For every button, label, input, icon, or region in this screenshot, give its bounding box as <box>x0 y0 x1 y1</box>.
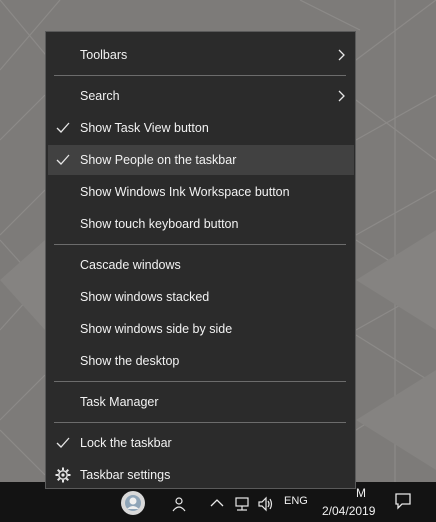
volume-icon[interactable] <box>257 496 275 512</box>
menu-item-label: Show People on the taskbar <box>80 153 237 167</box>
menu-item-label: Task Manager <box>80 395 159 409</box>
menu-item-show-people[interactable]: Show People on the taskbar <box>48 145 354 175</box>
action-center-icon[interactable] <box>394 492 412 510</box>
clock-date[interactable]: 2/04/2019 <box>322 504 375 518</box>
menu-item-windows-side-by-side[interactable]: Show windows side by side <box>48 314 354 344</box>
menu-separator <box>54 381 346 382</box>
menu-separator <box>54 75 346 76</box>
menu-item-label: Show windows side by side <box>80 322 233 336</box>
menu-item-label: Search <box>80 89 120 103</box>
chevron-right-icon <box>338 49 345 61</box>
menu-item-label: Show Task View button <box>80 121 209 135</box>
menu-item-label: Show windows stacked <box>80 290 210 304</box>
gear-icon <box>55 467 71 483</box>
menu-item-label: Toolbars <box>80 48 128 62</box>
menu-item-label: Show Windows Ink Workspace button <box>80 185 290 199</box>
menu-separator <box>54 422 346 423</box>
check-icon <box>56 154 70 165</box>
check-icon <box>56 122 70 133</box>
menu-item-windows-stacked[interactable]: Show windows stacked <box>48 282 354 312</box>
check-icon <box>56 437 70 448</box>
menu-item-search[interactable]: Search <box>48 81 354 111</box>
menu-item-toolbars[interactable]: Toolbars <box>48 40 354 70</box>
language-indicator[interactable]: ENG <box>284 495 308 507</box>
menu-separator <box>54 244 346 245</box>
menu-item-lock-taskbar[interactable]: Lock the taskbar <box>48 428 354 458</box>
menu-item-task-manager[interactable]: Task Manager <box>48 387 354 417</box>
menu-item-label: Taskbar settings <box>80 468 171 482</box>
people-icon[interactable] <box>172 496 190 512</box>
menu-item-show-desktop[interactable]: Show the desktop <box>48 346 354 376</box>
chevron-up-icon[interactable] <box>210 498 224 508</box>
menu-item-label: Show the desktop <box>80 354 180 368</box>
menu-item-cascade-windows[interactable]: Cascade windows <box>48 250 354 280</box>
menu-item-show-task-view[interactable]: Show Task View button <box>48 113 354 143</box>
chevron-right-icon <box>338 90 345 102</box>
taskbar-context-menu: Toolbars Search Show Task View button Sh… <box>45 31 356 489</box>
menu-item-label: Show touch keyboard button <box>80 217 239 231</box>
network-icon[interactable] <box>233 496 251 512</box>
menu-item-show-ink-workspace[interactable]: Show Windows Ink Workspace button <box>48 177 354 207</box>
clock-time[interactable]: M <box>356 486 366 500</box>
menu-item-label: Cascade windows <box>80 258 181 272</box>
menu-item-label: Lock the taskbar <box>80 436 172 450</box>
menu-item-taskbar-settings[interactable]: Taskbar settings <box>48 460 354 490</box>
people-avatar-icon[interactable] <box>120 490 146 516</box>
menu-item-show-touch-keyboard[interactable]: Show touch keyboard button <box>48 209 354 239</box>
